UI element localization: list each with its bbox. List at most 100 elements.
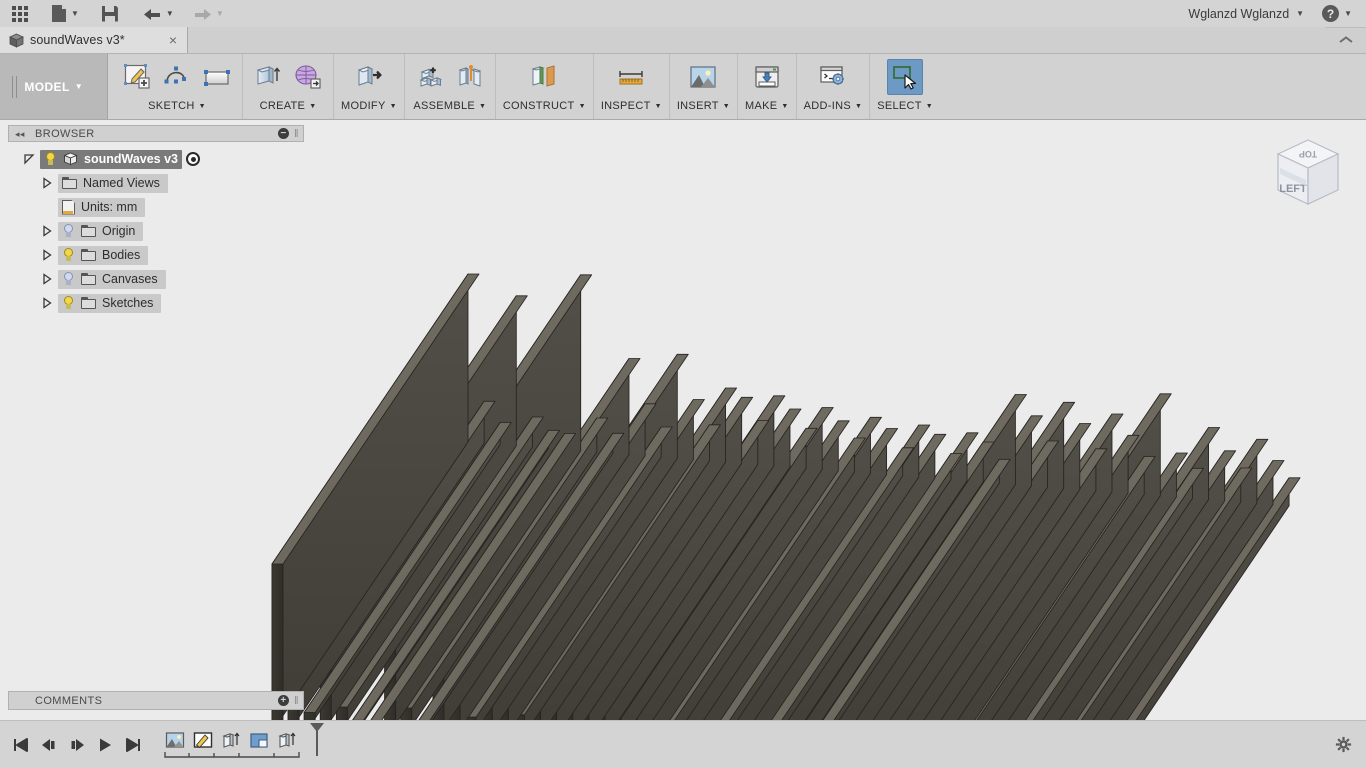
ribbon-group-label[interactable]: INSPECT ▼	[601, 100, 662, 112]
browser-item-label: Units: mm	[81, 200, 138, 214]
help-menu[interactable]: ? ▼	[1313, 0, 1366, 28]
twisty-closed-icon[interactable]	[36, 273, 58, 285]
browser-item-label: Canvases	[102, 272, 158, 286]
activate-component-icon[interactable]	[186, 152, 201, 166]
twisty-open-icon[interactable]	[18, 153, 40, 165]
assemble-group-buttons	[412, 59, 488, 99]
spline-button[interactable]	[159, 59, 195, 95]
minimize-icon[interactable]: −	[278, 128, 290, 139]
ribbon-group-inspect: INSPECT ▼	[594, 54, 670, 119]
browser-tree-row[interactable]: Units: mm	[8, 195, 304, 219]
insert-label: INSERT	[676, 100, 719, 112]
visibility-bulb-icon[interactable]	[44, 151, 57, 167]
browser-item-named-views[interactable]: Named Views	[58, 173, 168, 193]
ribbon-group-label[interactable]: CONSTRUCT ▼	[503, 100, 586, 112]
browser-tree-row[interactable]: Origin	[8, 219, 304, 243]
add-comment-icon[interactable]: +	[278, 695, 290, 706]
drag-grip[interactable]: ‖	[294, 128, 299, 140]
create-sketch-button[interactable]	[119, 59, 155, 95]
new-component-button[interactable]	[412, 59, 448, 95]
drag-grip[interactable]: ‖	[294, 695, 299, 707]
twisty-closed-icon[interactable]	[36, 249, 58, 261]
undo-button[interactable]: ▼	[134, 0, 183, 28]
redo-button[interactable]: ▼	[183, 0, 233, 28]
comments-panel[interactable]: COMMENTS + ‖	[8, 691, 304, 710]
document-tab-soundwaves[interactable]: soundWaves v3* ×	[0, 27, 188, 53]
application-menu-bar: ▼ ▼ ▼ Wglanzd Wglanzd ▼ ? ▼	[0, 0, 1366, 28]
document-tab-label: soundWaves v3*	[30, 33, 125, 47]
create-label: CREATE	[259, 100, 306, 112]
ribbon-group-label[interactable]: CREATE ▼	[260, 100, 317, 112]
browser-item-bodies[interactable]: Bodies	[58, 245, 149, 265]
chevron-down-icon: ▼	[578, 102, 586, 110]
twisty-closed-icon[interactable]	[36, 297, 58, 309]
timeline-settings-button[interactable]	[1335, 736, 1366, 753]
joint-button[interactable]	[452, 59, 488, 95]
browser-item-soundwaves-v3[interactable]: soundWaves v3	[40, 149, 183, 169]
browser-tree: soundWaves v3 Named Views Units: mm Origin B…	[8, 142, 304, 315]
ribbon-group-label[interactable]: MODIFY ▼	[341, 100, 397, 112]
ribbon-group-insert: INSERT ▼	[670, 54, 739, 119]
visibility-bulb-icon[interactable]	[62, 247, 75, 263]
visibility-bulb-icon[interactable]	[62, 295, 75, 311]
new-file-button[interactable]: ▼	[42, 0, 88, 28]
measure-button[interactable]	[613, 59, 649, 95]
app-grid-button[interactable]	[0, 0, 42, 28]
rectangle-button[interactable]	[199, 59, 235, 95]
ribbon-group-label[interactable]: ADD-INS ▼	[804, 100, 863, 112]
visibility-bulb-icon[interactable]	[62, 271, 75, 287]
close-icon[interactable]: ×	[167, 33, 179, 47]
browser-item-canvases[interactable]: Canvases	[58, 269, 166, 289]
browser-header: ◂◂ BROWSER − ‖	[8, 125, 304, 142]
ribbon-group-label[interactable]: MAKE ▼	[745, 100, 789, 112]
visibility-bulb-icon[interactable]	[62, 223, 75, 239]
go-to-end-button[interactable]	[124, 737, 142, 753]
ribbon-group-label[interactable]: ASSEMBLE ▼	[413, 100, 486, 112]
timeline-extrude-feature-2[interactable]	[276, 729, 298, 751]
chevron-down-icon: ▼	[389, 102, 397, 110]
browser-item-label: Bodies	[102, 248, 141, 262]
go-to-beginning-button[interactable]	[12, 737, 30, 753]
play-button[interactable]	[96, 737, 114, 753]
browser-tree-row[interactable]: Bodies	[8, 243, 304, 267]
browser-tree-row[interactable]: Canvases	[8, 267, 304, 291]
create-form-button[interactable]	[290, 59, 326, 95]
file-icon	[52, 5, 66, 22]
collapse-panel-icon[interactable]: ◂◂	[15, 129, 25, 140]
scripts-addins-button[interactable]	[815, 59, 851, 95]
collapse-ribbon-button[interactable]	[1326, 27, 1366, 53]
folder-icon	[81, 273, 96, 285]
browser-tree-row[interactable]: Named Views	[8, 171, 304, 195]
press-pull-button[interactable]	[351, 59, 387, 95]
user-account-menu[interactable]: Wglanzd Wglanzd ▼	[1179, 0, 1313, 28]
save-button[interactable]	[88, 0, 134, 28]
browser-item-origin[interactable]: Origin	[58, 221, 144, 241]
timeline-end-marker[interactable]	[306, 722, 328, 756]
browser-tree-row[interactable]: soundWaves v3	[8, 147, 304, 171]
step-back-button[interactable]	[40, 737, 58, 753]
ribbon-group-label[interactable]: SKETCH ▼	[148, 100, 206, 112]
folder-icon	[62, 177, 77, 189]
select-button[interactable]	[887, 59, 924, 95]
insert-canvas-button[interactable]	[685, 59, 721, 95]
view-cube[interactable]: TOP LEFT	[1258, 128, 1354, 218]
ribbon-group-label[interactable]: SELECT ▼	[877, 100, 933, 112]
3d-print-button[interactable]	[749, 59, 785, 95]
twisty-closed-icon[interactable]	[36, 225, 58, 237]
timeline-shell-feature[interactable]	[248, 729, 270, 751]
step-forward-button[interactable]	[68, 737, 86, 753]
browser-tree-row[interactable]: Sketches	[8, 291, 304, 315]
workspace-selector[interactable]: MODEL ▼	[0, 54, 108, 119]
twisty-closed-icon[interactable]	[36, 177, 58, 189]
chevron-down-icon: ▼	[722, 102, 731, 110]
component-cube-icon	[63, 152, 78, 166]
browser-item-sketches[interactable]: Sketches	[58, 293, 162, 313]
browser-item-units-mm[interactable]: Units: mm	[58, 197, 146, 217]
ribbon-group-label[interactable]: INSERT ▼	[677, 100, 730, 112]
timeline-canvas-feature[interactable]	[164, 729, 186, 751]
offset-plane-button[interactable]	[526, 59, 562, 95]
modify-group-buttons	[351, 59, 387, 99]
timeline-extrude-feature-1[interactable]	[220, 729, 242, 751]
timeline-sketch-feature[interactable]	[192, 729, 214, 751]
extrude-button[interactable]	[250, 59, 286, 95]
